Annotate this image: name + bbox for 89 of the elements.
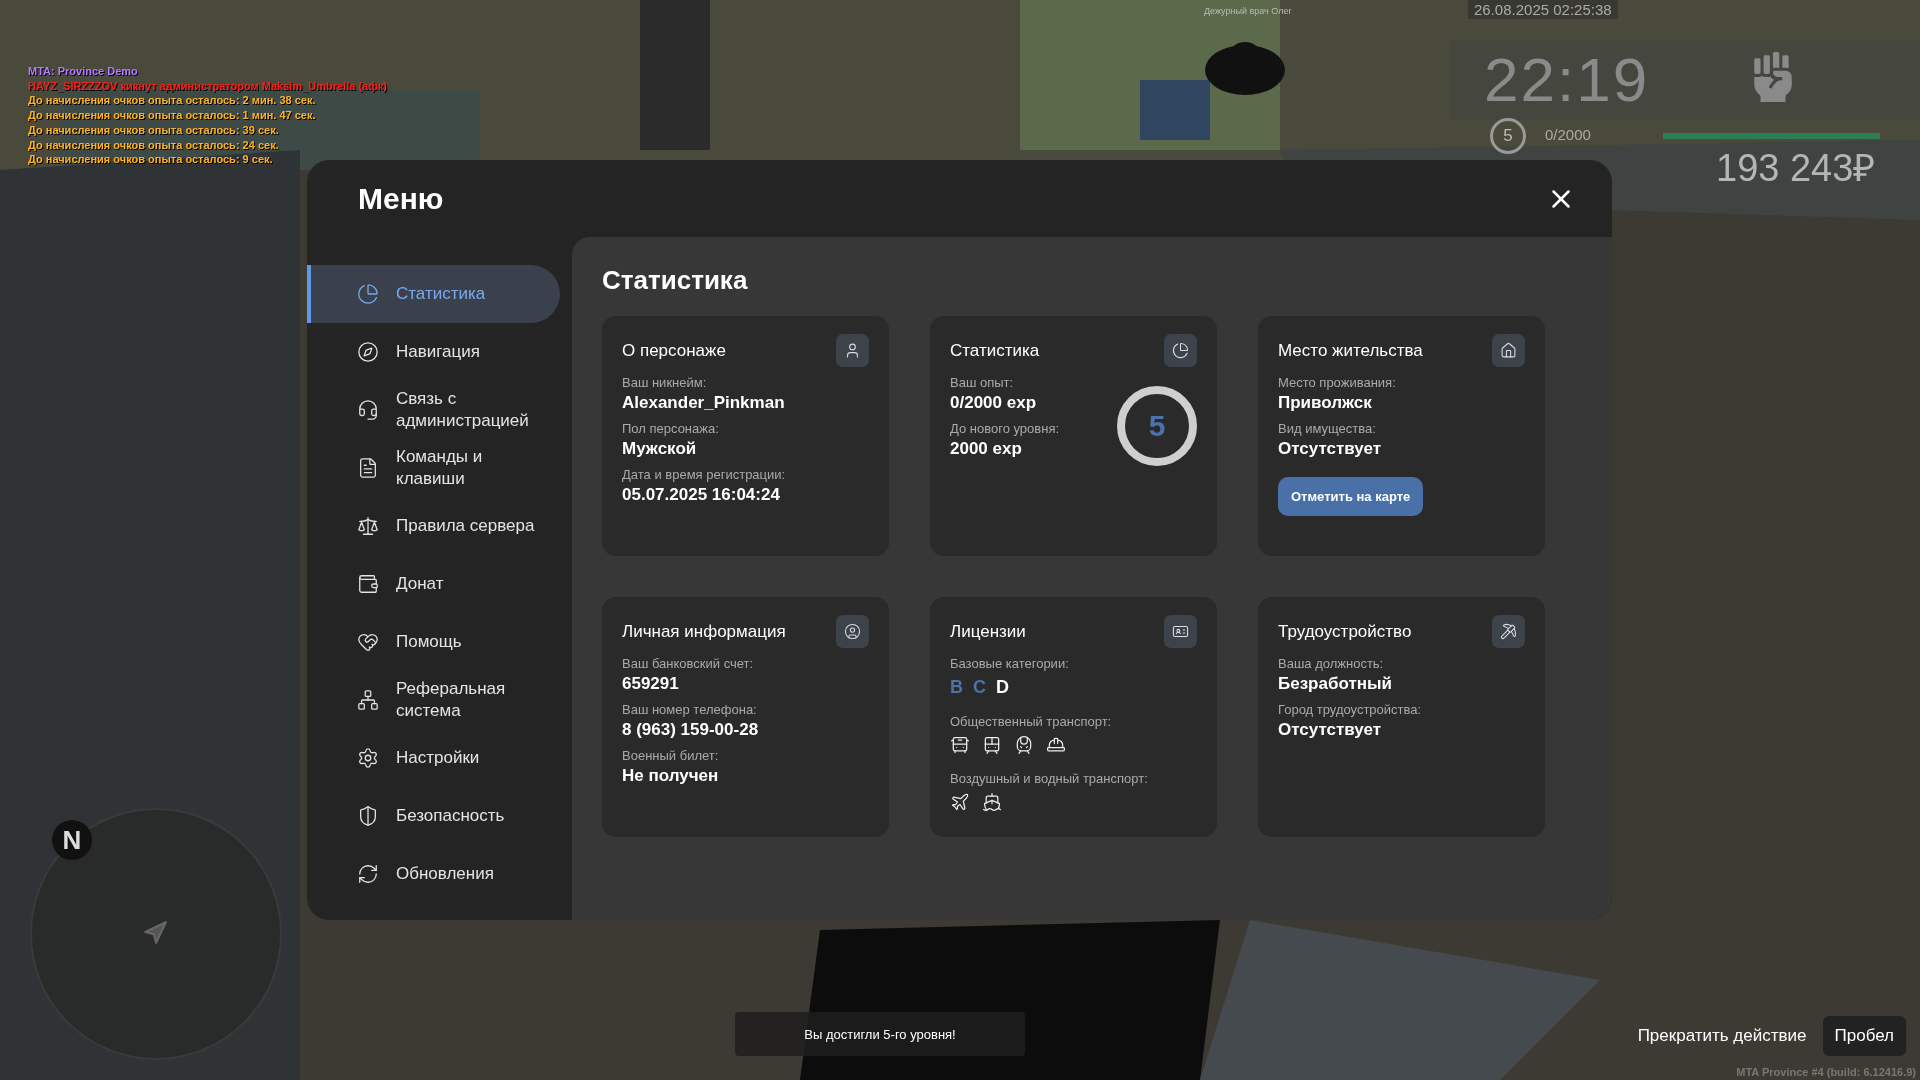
compass-icon: [357, 341, 379, 363]
key-cap: Пробел: [1822, 1016, 1906, 1056]
field-label: До нового уровня:: [950, 421, 1060, 436]
train-icon: [1014, 735, 1034, 755]
level-ring: 5: [1490, 118, 1526, 154]
card-title: Статистика: [950, 340, 1040, 361]
tram-icon: [982, 735, 1002, 755]
level-notification: Вы достигли 5-го уровня!: [735, 1012, 1025, 1056]
pie-chart-icon: [1164, 334, 1197, 367]
license-category: B: [950, 677, 963, 698]
game-clock: 22:19: [1484, 44, 1650, 115]
field-value: Alexander_Pinkman: [622, 393, 785, 413]
npc-label: Дежурный врач Олег: [1204, 6, 1292, 16]
date-time: 26.08.2025 02:25:38: [1468, 0, 1618, 19]
xp-counter: 0/2000: [1545, 126, 1591, 143]
action-hint: Прекратить действие: [1637, 1026, 1807, 1046]
field-value: Мужской: [622, 439, 697, 459]
nav-item[interactable]: Обновления: [307, 845, 560, 903]
field-value: 659291: [622, 674, 679, 694]
chat-message: До начисления очков опыта осталось: 1 мин. 47 сек.: [28, 108, 317, 123]
field-label: Дата и время регистрации:: [622, 467, 786, 482]
chat-message: MTA: Province Demo: [28, 64, 139, 79]
field-value: 05.07.2025 16:04:24: [622, 485, 780, 505]
field-label: Ваш номер телефона:: [622, 702, 757, 717]
pickaxe-icon: [1492, 615, 1525, 648]
build-version: MTA Province #4 (build: 6.12416.9): [1736, 1066, 1916, 1078]
shield-icon: [357, 805, 379, 827]
field-label: Город трудоустройства:: [1278, 702, 1422, 717]
ship-icon: [982, 792, 1002, 812]
nav-item[interactable]: Связь с администрацией: [307, 381, 560, 439]
nav-item[interactable]: Команды и клавиши: [307, 439, 560, 497]
level-ring: 5: [1117, 386, 1197, 466]
license-category: C: [973, 677, 986, 698]
card-title: О персонаже: [622, 340, 726, 361]
field-label: Ваш банковский счет:: [622, 656, 754, 671]
field-value: 2000 exp: [950, 439, 1022, 459]
nav-item[interactable]: Навигация: [307, 323, 560, 381]
field-label: Базовые категории:: [950, 656, 1069, 671]
document-icon: [357, 457, 379, 479]
menu-title: Меню: [358, 181, 444, 216]
field-label: Ваша должность:: [1278, 656, 1384, 671]
nav-item[interactable]: Статистика: [307, 265, 560, 323]
field-label: Общественный транспорт:: [950, 714, 1112, 729]
nav-item[interactable]: Правила сервера: [307, 497, 560, 555]
plane-icon: [950, 792, 970, 812]
field-value: Приволжск: [1278, 393, 1372, 413]
card-title: Лицензии: [950, 621, 1026, 642]
headset-icon: [357, 399, 379, 421]
chat-message: До начисления очков опыта осталось: 39 сек.: [28, 122, 280, 138]
map-button[interactable]: Отметить на карте: [1278, 477, 1424, 516]
refresh-icon: [357, 863, 379, 885]
trolleybus-icon: [950, 735, 970, 755]
field-value: Отсутствует: [1278, 439, 1382, 459]
field-label: Место проживания:: [1278, 375, 1396, 390]
player-arrow-icon: [142, 920, 168, 946]
card-title: Место жительства: [1278, 340, 1423, 361]
chat-message: До начисления очков опыта осталось: 2 мин. 38 сек.: [28, 93, 317, 109]
nav-item[interactable]: Реферальная система: [307, 671, 560, 729]
id-card-icon: [1164, 615, 1197, 648]
nodes-icon: [357, 689, 379, 711]
field-value: Отсутствует: [1278, 720, 1382, 740]
field-label: Ваш опыт:: [950, 375, 1014, 390]
chat-message: До начисления очков опыта осталось: 24 сек.: [28, 137, 280, 153]
section-title: Статистика: [602, 265, 749, 296]
house-icon: [1492, 334, 1525, 367]
field-value: Безработный: [1278, 674, 1392, 694]
field-label: Пол персонажа:: [622, 421, 719, 436]
license-category: D: [996, 677, 1009, 698]
card-title: Трудоустройство: [1278, 621, 1412, 642]
settings-icon: [357, 747, 379, 769]
money-balance: 193 243₽: [1716, 146, 1876, 191]
field-label: Военный билет:: [622, 748, 719, 763]
chat-message: HAYZ_SIRZZZOV кикнут администратором Maksim_Umbrella (афк): [28, 78, 387, 94]
field-value: 8 (963) 159-00-28: [622, 720, 759, 740]
field-label: Вид имущества:: [1278, 421, 1376, 436]
field-value: 0/2000 exp: [950, 393, 1036, 413]
wallet-icon: [357, 573, 379, 595]
card-title: Личная информация: [622, 621, 786, 642]
nav-item[interactable]: Безопасность: [307, 787, 560, 845]
chat-message: До начисления очков опыта осталось: 9 сек.: [28, 152, 274, 167]
field-label: Ваш никнейм:: [622, 375, 707, 390]
person-icon: [836, 334, 869, 367]
field-value: Не получен: [622, 766, 719, 786]
nav-item[interactable]: Помощь: [307, 613, 560, 671]
nav-item[interactable]: Донат: [307, 555, 560, 613]
scales-icon: [357, 515, 379, 537]
pie-chart-icon: [357, 283, 379, 305]
field-label: Воздушный и водный транспорт:: [950, 771, 1148, 786]
nav-item[interactable]: Настройки: [307, 729, 560, 787]
